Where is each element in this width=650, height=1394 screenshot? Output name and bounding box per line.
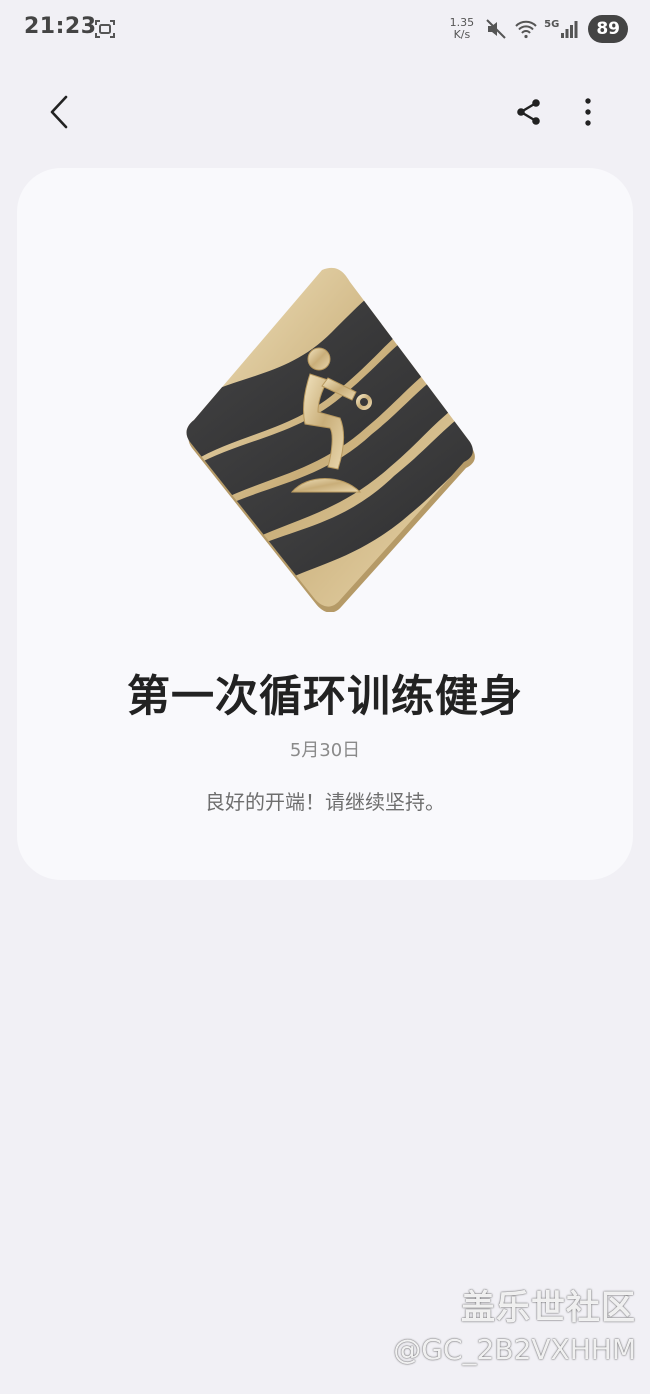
wifi-icon	[515, 20, 537, 39]
more-vert-icon	[585, 98, 591, 126]
watermark-brand: 盖乐世社区	[461, 1288, 636, 1328]
more-options-button[interactable]	[566, 90, 610, 134]
back-icon	[50, 95, 68, 129]
status-icons: 1.35 K/s 5G 89	[450, 12, 628, 46]
cellular-signal-icon: 5G	[544, 19, 578, 39]
achievement-description: 良好的开端！请继续坚持。	[205, 790, 445, 814]
circuit-training-badge-icon	[186, 267, 475, 612]
share-button[interactable]	[507, 90, 551, 134]
mute-icon	[486, 19, 506, 39]
status-time: 21:23	[24, 14, 97, 39]
back-button[interactable]	[38, 90, 82, 134]
net-speed: 1.35 K/s	[450, 17, 475, 41]
share-icon	[517, 99, 540, 125]
watermark-user: @GC_2B2VXHHM	[393, 1333, 636, 1366]
screenshot-icon	[95, 20, 115, 38]
status-bar: 21:23 1.35 K/s 5G 89	[0, 0, 650, 60]
achievement-date: 5月30日	[289, 740, 361, 761]
signal-bars-icon	[561, 21, 578, 38]
net-speed-unit: K/s	[453, 28, 471, 41]
achievement-card: 第一次循环训练健身 5月30日 良好的开端！请继续坚持。	[17, 168, 633, 880]
network-label: 5G	[544, 19, 560, 30]
battery-indicator: 89	[588, 15, 628, 43]
watermark: 盖乐世社区 @GC_2B2VXHHM	[393, 1286, 636, 1370]
app-bar	[0, 80, 650, 146]
achievement-title: 第一次循环训练健身	[127, 672, 523, 722]
